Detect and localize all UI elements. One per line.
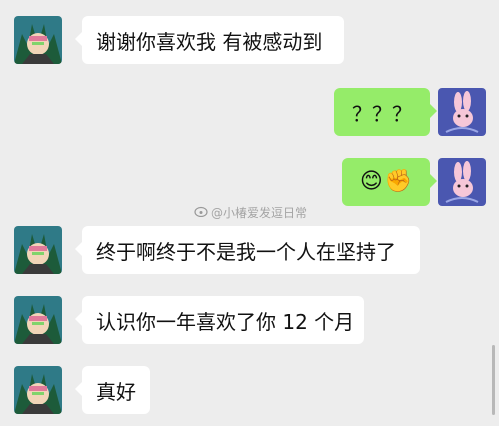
avatar-character-icon xyxy=(14,226,62,274)
message-bubble[interactable]: 谢谢你喜欢我 有被感动到 xyxy=(82,16,344,64)
message-row: 😊 ✊ xyxy=(0,158,499,208)
fist-emoji-icon: ✊ xyxy=(384,169,413,194)
message-bubble[interactable]: 真好 xyxy=(82,366,150,414)
watermark: @小椿爱发逗日常 xyxy=(194,204,307,221)
message-bubble[interactable]: 终于啊终于不是我一个人在坚持了 xyxy=(82,226,420,274)
message-bubble[interactable]: 认识你一年喜欢了你 12 个月 xyxy=(82,296,364,344)
message-row: 认识你一年喜欢了你 12 个月 xyxy=(0,296,499,346)
contact-avatar[interactable] xyxy=(14,296,62,344)
message-bubble[interactable]: 😊 ✊ xyxy=(342,158,430,206)
contact-avatar[interactable] xyxy=(14,16,62,64)
avatar-character-icon xyxy=(14,296,62,344)
message-text: 真好 xyxy=(96,379,136,404)
scrollbar[interactable] xyxy=(492,345,495,415)
avatar-character-icon xyxy=(14,366,62,414)
message-row: 终于啊终于不是我一个人在坚持了 xyxy=(0,226,499,276)
contact-avatar[interactable] xyxy=(14,226,62,274)
message-text: 终于啊终于不是我一个人在坚持了 xyxy=(96,239,396,264)
message-bubble[interactable]: ？？？ xyxy=(334,88,430,136)
message-text: 谢谢你喜欢我 有被感动到 xyxy=(96,29,323,54)
weibo-logo-icon xyxy=(194,205,208,220)
watermark-text: @小椿爱发逗日常 xyxy=(211,206,308,220)
contact-avatar[interactable] xyxy=(14,366,62,414)
avatar-rabbit-icon xyxy=(438,88,486,136)
avatar-rabbit-icon xyxy=(438,158,486,206)
self-avatar[interactable] xyxy=(438,158,486,206)
self-avatar[interactable] xyxy=(438,88,486,136)
smile-emoji-icon: 😊 xyxy=(359,169,383,194)
message-row: 谢谢你喜欢我 有被感动到 xyxy=(0,16,499,66)
message-row: 真好 xyxy=(0,366,499,416)
avatar-character-icon xyxy=(14,16,62,64)
message-row: ？？？ xyxy=(0,88,499,138)
message-text: ？？？ xyxy=(352,101,412,126)
message-text: 认识你一年喜欢了你 12 个月 xyxy=(96,309,355,334)
